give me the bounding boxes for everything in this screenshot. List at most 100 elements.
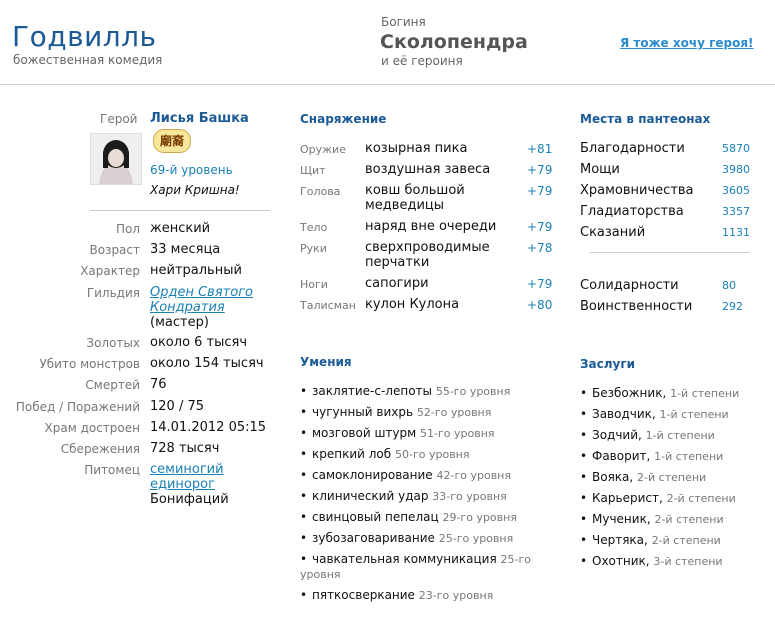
skill-level: 50-го уровня [395, 448, 470, 461]
merit-name: Карьерист [592, 491, 659, 505]
want-hero-link[interactable]: Я тоже хочу героя! [620, 36, 754, 50]
skill-level: 51-го уровня [420, 427, 495, 440]
skill-level: 29-го уровня [442, 511, 517, 524]
skill-item: • чавкательная коммуникация 25-го уровня [300, 552, 532, 581]
stat-deaths-label: Смертей [85, 378, 140, 392]
merit-degree: 3-й степени [653, 555, 723, 568]
skill-item: • заклятие-с-лепоты 55-го уровня [300, 384, 511, 398]
skill-item: • чугунный вихрь 52-го уровня [300, 405, 492, 419]
stat-character-value: нейтральный [150, 263, 242, 278]
guild-link-line2[interactable]: Кондратия [150, 300, 225, 315]
merit-name: Фаворит [592, 449, 647, 463]
hero-level-link[interactable]: 69-й уровень [150, 163, 233, 177]
merit-item: • Безбожник, 1-й степени [580, 386, 740, 400]
pantheon-name: Благодарности [580, 141, 685, 156]
skill-item: • зубозаговаривание 25-го уровня [300, 531, 514, 545]
skill-item: • пяткосверкание 23-го уровня [300, 588, 494, 602]
equipment-bonus: +79 [527, 220, 553, 234]
stat-gender-value: женский [150, 221, 211, 236]
merit-item: • Зодчий, 1-й степени [580, 428, 715, 442]
guild-rank: (мастер) [150, 315, 209, 330]
hero-label: Герой [100, 112, 138, 126]
skill-level: 55-го уровня [435, 385, 511, 398]
merit-degree: 2-й степени [651, 534, 721, 547]
skill-name: зубозаговаривание [312, 531, 435, 545]
stat-age-label: Возраст [89, 243, 140, 257]
skill-level: 33-го уровня [432, 490, 507, 503]
equipment-bonus: +81 [527, 142, 553, 156]
site-logo-subtitle: божественная комедия [13, 53, 163, 67]
equipment-slot: Руки [300, 242, 327, 255]
equipment-title: Снаряжение [300, 112, 387, 126]
pantheon-name: Мощи [580, 162, 620, 177]
god-name: Сколопендра [380, 31, 528, 53]
stat-guild-label: Гильдия [86, 286, 140, 300]
skill-name: клинический удар [312, 489, 429, 503]
stat-gold-value: около 6 тысяч [150, 335, 248, 350]
site-logo-title[interactable]: Годвилль [12, 20, 157, 53]
equipment-bonus: +80 [527, 298, 553, 312]
stat-monsters-label: Убито монстров [39, 357, 140, 371]
merit-name: Чертяка [592, 533, 645, 547]
stat-winloss-label: Побед / Поражений [15, 400, 140, 414]
pantheon-name: Солидарности [580, 278, 679, 293]
pantheon-rank-link[interactable]: 3980 [722, 163, 750, 176]
stat-gender-label: Пол [115, 222, 140, 236]
merit-degree: 2-й степени [666, 492, 736, 505]
equipment-item: сапогири [365, 276, 429, 291]
merit-item: • Фаворит, 1-й степени [580, 449, 724, 463]
god-caption: Богиня [381, 15, 426, 29]
equipment-bonus: +79 [527, 184, 553, 198]
merit-item: • Мученик, 2-й степени [580, 512, 724, 526]
hero-motto: Хари Кришна! [150, 183, 240, 197]
stat-monsters-value: около 154 тысяч [150, 356, 264, 371]
header-divider [0, 84, 775, 85]
pantheon-rank-link[interactable]: 80 [722, 279, 736, 292]
pet-link-line2[interactable]: единорог [150, 477, 215, 492]
skill-name: мозговой штурм [312, 426, 417, 440]
equipment-item: сверхпроводимые перчатки [365, 240, 490, 270]
merit-item: • Охотник, 3-й степени [580, 554, 723, 568]
equipment-item: наряд вне очереди [365, 219, 497, 234]
skill-name: пяткосверкание [312, 588, 415, 602]
pantheon-rank-link[interactable]: 292 [722, 300, 743, 313]
pantheon-name: Гладиаторства [580, 204, 684, 219]
merit-name: Мученик [592, 512, 647, 526]
pantheon-name: Сказаний [580, 225, 646, 240]
merit-name: Охотник [592, 554, 646, 568]
hero-divider [90, 210, 270, 211]
equipment-item: воздушная завеса [365, 162, 491, 177]
pantheon-rank-link[interactable]: 3605 [722, 184, 750, 197]
merit-item: • Чертяка, 2-й степени [580, 533, 721, 547]
pantheon-rank-link[interactable]: 1131 [722, 226, 750, 239]
merit-item: • Карьерист, 2-й степени [580, 491, 736, 505]
skill-name: чавкательная коммуникация [312, 552, 497, 566]
skill-name: заклятие-с-лепоты [312, 384, 433, 398]
skills-title: Умения [300, 355, 352, 369]
stat-savings-value: 728 тысяч [150, 441, 220, 456]
stat-gold-label: Золотых [86, 336, 140, 350]
skill-item: • клинический удар 33-го уровня [300, 489, 507, 503]
pantheon-rank-link[interactable]: 3357 [722, 205, 750, 218]
skill-item: • свинцовый пепелац 29-го уровня [300, 510, 517, 524]
pantheons-divider [590, 252, 750, 253]
pet-name: Бонифаций [150, 492, 229, 507]
equipment-slot: Голова [300, 185, 341, 198]
skill-name: крепкий лоб [312, 447, 392, 461]
skill-item: • самоклонирование 42-го уровня [300, 468, 511, 482]
pantheon-rank-link[interactable]: 5870 [722, 142, 750, 155]
guild-link[interactable]: Орден Святого [150, 285, 253, 300]
merit-name: Заводчик [592, 407, 652, 421]
skill-name: свинцовый пепелац [312, 510, 439, 524]
pet-link[interactable]: семиногий [150, 462, 224, 477]
stat-pet-label: Питомец [84, 463, 140, 477]
pantheon-name: Храмовничества [580, 183, 694, 198]
merit-item: • Заводчик, 1-й степени [580, 407, 729, 421]
merit-item: • Вояка, 2-й степени [580, 470, 707, 484]
skill-level: 52-го уровня [416, 406, 492, 419]
merit-name: Вояка [592, 470, 630, 484]
merit-degree: 1-й степени [654, 450, 724, 463]
god-subtitle: и её героиня [381, 54, 463, 68]
stat-temple-label: Храм достроен [44, 421, 140, 435]
skill-item: • мозговой штурм 51-го уровня [300, 426, 495, 440]
